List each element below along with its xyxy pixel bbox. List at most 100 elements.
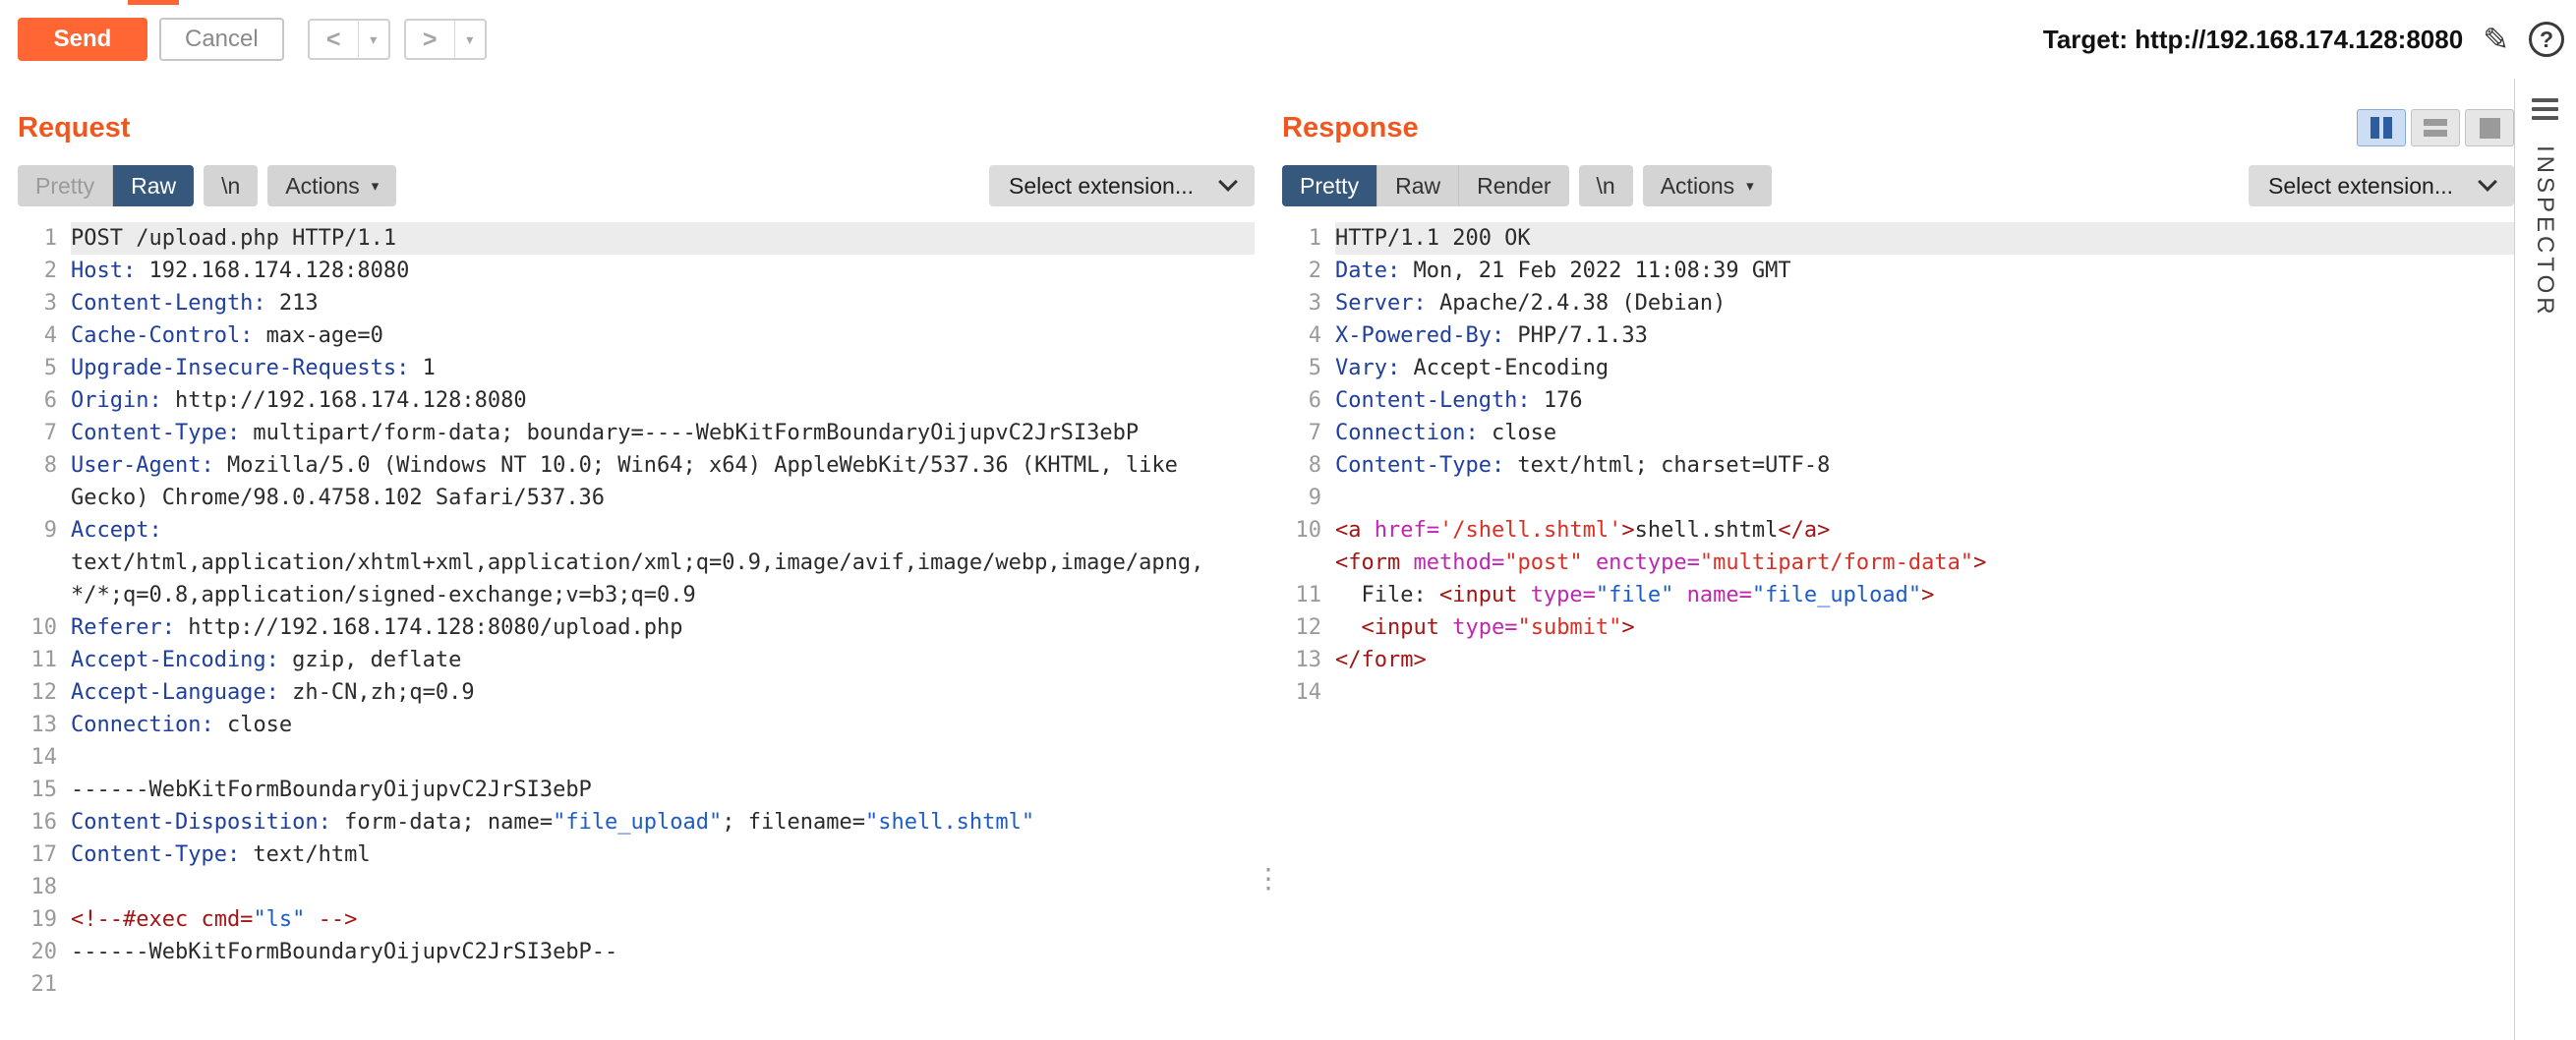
caret-down-icon: ▾ bbox=[372, 177, 380, 195]
response-actions-menu-button[interactable]: Actions ▾ bbox=[1643, 165, 1772, 206]
cancel-button[interactable]: Cancel bbox=[159, 18, 284, 61]
layout-single-button[interactable] bbox=[2465, 109, 2514, 146]
line-number: 10 bbox=[18, 611, 71, 644]
response-code-line: 5Vary: Accept-Encoding bbox=[1282, 352, 2514, 384]
line-number: 13 bbox=[1282, 644, 1335, 676]
line-number bbox=[18, 482, 71, 514]
response-select-extension-dropdown[interactable]: Select extension... bbox=[2249, 165, 2514, 206]
request-code-line[interactable]: 5Upgrade-Insecure-Requests: 1 bbox=[18, 352, 1255, 384]
request-code-line[interactable]: 1POST /upload.php HTTP/1.1 bbox=[18, 222, 1255, 255]
request-code-line[interactable]: 9Accept: bbox=[18, 514, 1255, 547]
top-toolbar: Send Cancel < ▾ > ▾ Target: http://192.1… bbox=[0, 0, 2576, 79]
line-number: 13 bbox=[18, 709, 71, 741]
history-back-button[interactable]: < bbox=[308, 19, 359, 60]
line-number: 9 bbox=[1282, 482, 1335, 514]
line-number: 6 bbox=[18, 384, 71, 417]
response-code-line: 13</form> bbox=[1282, 644, 2514, 676]
request-actions-menu-button[interactable]: Actions ▾ bbox=[267, 165, 396, 206]
request-select-extension-dropdown[interactable]: Select extension... bbox=[989, 165, 1255, 206]
request-code-line[interactable]: 13Connection: close bbox=[18, 709, 1255, 741]
line-number: 12 bbox=[1282, 611, 1335, 644]
send-button[interactable]: Send bbox=[18, 18, 147, 61]
line-number: 11 bbox=[1282, 579, 1335, 611]
line-number: 4 bbox=[1282, 319, 1335, 352]
history-back-menu-button[interactable]: ▾ bbox=[359, 19, 390, 60]
request-code-line[interactable]: 3Content-Length: 213 bbox=[18, 287, 1255, 319]
actions-label: Actions bbox=[285, 173, 359, 200]
request-code-line[interactable]: 18 bbox=[18, 871, 1255, 903]
history-back-group: < ▾ bbox=[308, 19, 390, 60]
target-label: Target: http://192.168.174.128:8080 bbox=[2043, 25, 2463, 55]
request-code-line[interactable]: 14 bbox=[18, 741, 1255, 774]
layout-rows-button[interactable] bbox=[2411, 109, 2460, 146]
request-code-line[interactable]: Gecko) Chrome/98.0.4758.102 Safari/537.3… bbox=[18, 482, 1255, 514]
request-code-line[interactable]: 6Origin: http://192.168.174.128:8080 bbox=[18, 384, 1255, 417]
response-code-line: 4X-Powered-By: PHP/7.1.33 bbox=[1282, 319, 2514, 352]
line-number: 7 bbox=[18, 417, 71, 449]
request-code-line[interactable]: 20------WebKitFormBoundaryOijupvC2JrSI3e… bbox=[18, 936, 1255, 968]
hamburger-menu-icon[interactable] bbox=[2532, 92, 2558, 126]
request-code-line[interactable]: 19<!--#exec cmd="ls" --> bbox=[18, 903, 1255, 936]
request-code-line[interactable]: text/html,application/xhtml+xml,applicat… bbox=[18, 547, 1255, 579]
line-number: 8 bbox=[1282, 449, 1335, 482]
inspector-label[interactable]: INSPECTOR bbox=[2531, 145, 2558, 318]
response-tab-pretty[interactable]: Pretty bbox=[1282, 165, 1376, 206]
request-tab-newline[interactable]: \n bbox=[204, 165, 258, 206]
request-code-line[interactable]: 8User-Agent: Mozilla/5.0 (Windows NT 10.… bbox=[18, 449, 1255, 482]
request-code-line[interactable]: 17Content-Type: text/html bbox=[18, 838, 1255, 871]
response-panel: Response Pretty Raw Ren bbox=[1282, 79, 2514, 1040]
line-number: 21 bbox=[18, 968, 71, 1001]
response-view-tab-group: Pretty Raw Render bbox=[1282, 165, 1569, 206]
line-number: 3 bbox=[1282, 287, 1335, 319]
request-tab-raw[interactable]: Raw bbox=[112, 165, 194, 206]
actions-label: Actions bbox=[1661, 173, 1734, 200]
panel-splitter[interactable]: ⋮ bbox=[1255, 79, 1282, 1040]
request-code-line[interactable]: 12Accept-Language: zh-CN,zh;q=0.9 bbox=[18, 676, 1255, 709]
line-number: 12 bbox=[18, 676, 71, 709]
chevron-down-icon bbox=[1218, 172, 1238, 192]
request-code-line[interactable]: 2Host: 192.168.174.128:8080 bbox=[18, 255, 1255, 287]
response-code-line: 14 bbox=[1282, 676, 2514, 709]
layout-toggle-group bbox=[2357, 109, 2514, 146]
layout-columns-button[interactable] bbox=[2357, 109, 2406, 146]
request-code-line[interactable]: 7Content-Type: multipart/form-data; boun… bbox=[18, 417, 1255, 449]
response-tab-raw[interactable]: Raw bbox=[1376, 165, 1458, 206]
request-code-line[interactable]: 16Content-Disposition: form-data; name="… bbox=[18, 806, 1255, 838]
line-number bbox=[18, 579, 71, 611]
select-extension-label: Select extension... bbox=[1009, 173, 1194, 200]
line-number: 11 bbox=[18, 644, 71, 676]
request-code-line[interactable]: 15------WebKitFormBoundaryOijupvC2JrSI3e… bbox=[18, 774, 1255, 806]
response-tab-newline[interactable]: \n bbox=[1579, 165, 1633, 206]
response-panel-header: Response bbox=[1282, 108, 2514, 147]
line-number bbox=[1282, 547, 1335, 579]
request-title: Request bbox=[18, 112, 130, 144]
request-tab-pretty[interactable]: Pretty bbox=[18, 165, 112, 206]
splitter-handle-icon[interactable]: ⋮ bbox=[1255, 865, 1282, 893]
line-number: 14 bbox=[18, 741, 71, 774]
edit-target-pencil-icon[interactable]: ✎ bbox=[2483, 21, 2509, 58]
line-number: 2 bbox=[1282, 255, 1335, 287]
line-number bbox=[18, 547, 71, 579]
history-forward-button[interactable]: > bbox=[404, 19, 455, 60]
response-tabs-row: Pretty Raw Render \n Actions ▾ Select ex… bbox=[1282, 165, 2514, 206]
history-forward-menu-button[interactable]: ▾ bbox=[455, 19, 487, 60]
caret-down-icon: ▾ bbox=[1746, 177, 1754, 195]
request-code-line[interactable]: 4Cache-Control: max-age=0 bbox=[18, 319, 1255, 352]
response-code-line: 3Server: Apache/2.4.38 (Debian) bbox=[1282, 287, 2514, 319]
help-icon[interactable]: ? bbox=[2529, 22, 2564, 57]
line-number: 8 bbox=[18, 449, 71, 482]
line-number: 2 bbox=[18, 255, 71, 287]
response-tab-render[interactable]: Render bbox=[1458, 165, 1568, 206]
line-number: 17 bbox=[18, 838, 71, 871]
request-editor[interactable]: 1POST /upload.php HTTP/1.12Host: 192.168… bbox=[18, 222, 1255, 1001]
request-panel: Request Pretty Raw \n Actions ▾ Select e… bbox=[18, 79, 1255, 1040]
response-code-line: <form method="post" enctype="multipart/f… bbox=[1282, 547, 2514, 579]
line-number: 18 bbox=[18, 871, 71, 903]
request-code-line[interactable]: */*;q=0.8,application/signed-exchange;v=… bbox=[18, 579, 1255, 611]
request-view-tab-group: Pretty Raw bbox=[18, 165, 194, 206]
request-code-line[interactable]: 21 bbox=[18, 968, 1255, 1001]
request-code-line[interactable]: 11Accept-Encoding: gzip, deflate bbox=[18, 644, 1255, 676]
request-code-line[interactable]: 10Referer: http://192.168.174.128:8080/u… bbox=[18, 611, 1255, 644]
chevron-down-icon bbox=[2478, 172, 2497, 192]
line-number: 10 bbox=[1282, 514, 1335, 547]
